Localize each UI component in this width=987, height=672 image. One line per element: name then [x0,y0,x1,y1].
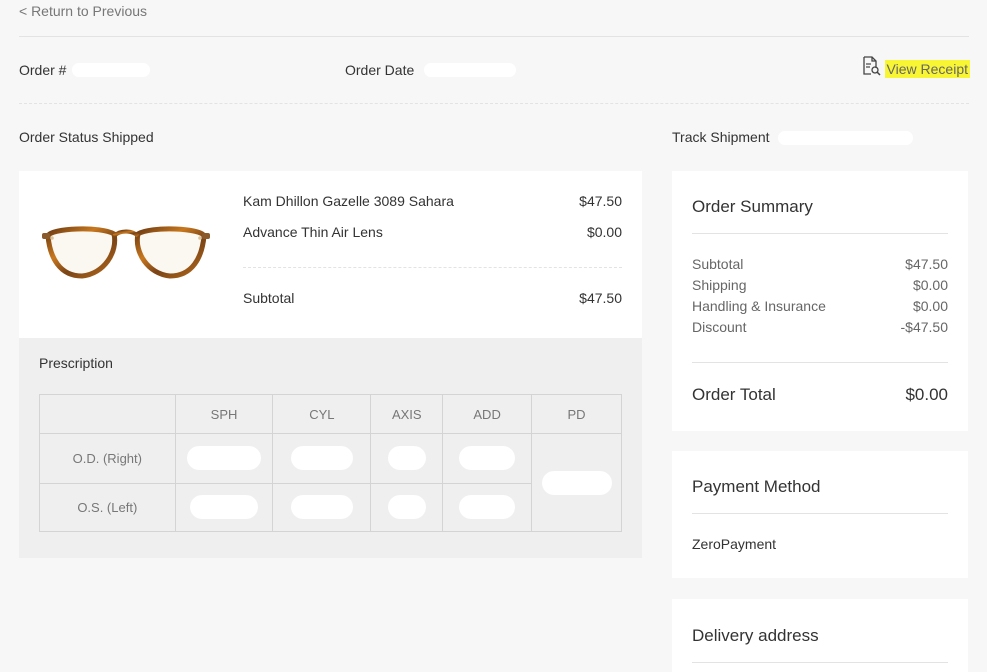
order-total-label: Order Total [692,385,776,404]
redacted-value [387,446,426,471]
prescription-row-right: O.D. (Right) [39,433,622,532]
redacted-value [290,495,353,520]
add-right-cell [442,433,533,484]
add-column-header: ADD [442,393,533,435]
sph-column-header: SPH [174,393,274,435]
item-price: $47.50 [579,193,622,209]
axis-column-header: AXIS [370,393,444,435]
row-label-left-eye: O.S. (Left) [39,482,176,533]
pd-cell [531,433,622,532]
eyeglasses-image [42,216,210,289]
receipt-search-icon [861,56,881,81]
redacted-value [459,446,516,471]
redacted-value [541,470,612,495]
prescription-table: SPH CYL AXIS ADD PD O.D. (Right) O.S. (L… [39,393,622,533]
header-divider [19,36,969,37]
payment-method-value: ZeroPayment [692,536,777,552]
summary-row-value: $47.50 [905,256,948,272]
redacted-value [459,495,516,520]
payment-divider [692,513,948,514]
redacted-value [187,446,262,471]
track-shipment-label[interactable]: Track Shipment [672,129,770,145]
summary-divider [692,233,948,234]
redacted-value [290,446,353,471]
summary-row-value: $0.00 [912,298,948,314]
redacted-value [387,495,426,520]
sph-left-cell [174,482,274,533]
order-summary-title: Order Summary [692,197,813,216]
pd-column-header: PD [531,393,622,435]
item-name: Kam Dhillon Gazelle 3089 Sahara [243,193,454,209]
redacted-value [190,495,259,520]
items-subtotal-label: Subtotal [243,290,295,306]
order-number-label: Order # [19,62,67,78]
view-receipt-link[interactable]: View Receipt [861,56,970,81]
tracking-number-redacted [778,131,913,145]
item-price: $0.00 [586,224,622,240]
order-number-redacted [72,63,150,77]
axis-left-cell [370,482,444,533]
sph-right-cell [174,433,274,484]
order-total-value: $0.00 [905,385,948,404]
view-receipt-label: View Receipt [884,59,970,78]
order-status: Order Status Shipped [19,129,154,145]
cyl-right-cell [272,433,372,484]
summary-row-label: Discount [692,319,747,335]
item-name: Advance Thin Air Lens [243,224,383,240]
summary-row-label: Handling & Insurance [692,298,826,314]
row-label-right-eye: O.D. (Right) [39,433,176,484]
prescription-header-row: SPH CYL AXIS ADD PD [39,393,622,435]
order-header-divider [19,103,969,104]
cyl-column-header: CYL [272,393,372,435]
items-subtotal-value: $47.50 [579,290,622,306]
items-divider [243,267,622,268]
summary-row-label: Shipping [692,277,747,293]
cyl-left-cell [272,482,372,533]
delivery-divider [692,662,948,663]
summary-row-value: $0.00 [912,277,948,293]
prescription-title: Prescription [39,355,113,371]
payment-method-title: Payment Method [692,477,821,496]
order-date-redacted [424,63,516,77]
summary-row-value: -$47.50 [900,319,948,335]
return-to-previous-link[interactable]: < Return to Previous [19,3,147,19]
summary-total-divider [692,362,948,363]
add-left-cell [442,482,533,533]
payment-method-card [672,451,968,578]
order-date-label: Order Date [345,62,415,78]
axis-right-cell [370,433,444,484]
prescription-corner-cell [39,393,176,435]
summary-row-label: Subtotal [692,256,744,272]
delivery-address-title: Delivery address [692,626,819,645]
